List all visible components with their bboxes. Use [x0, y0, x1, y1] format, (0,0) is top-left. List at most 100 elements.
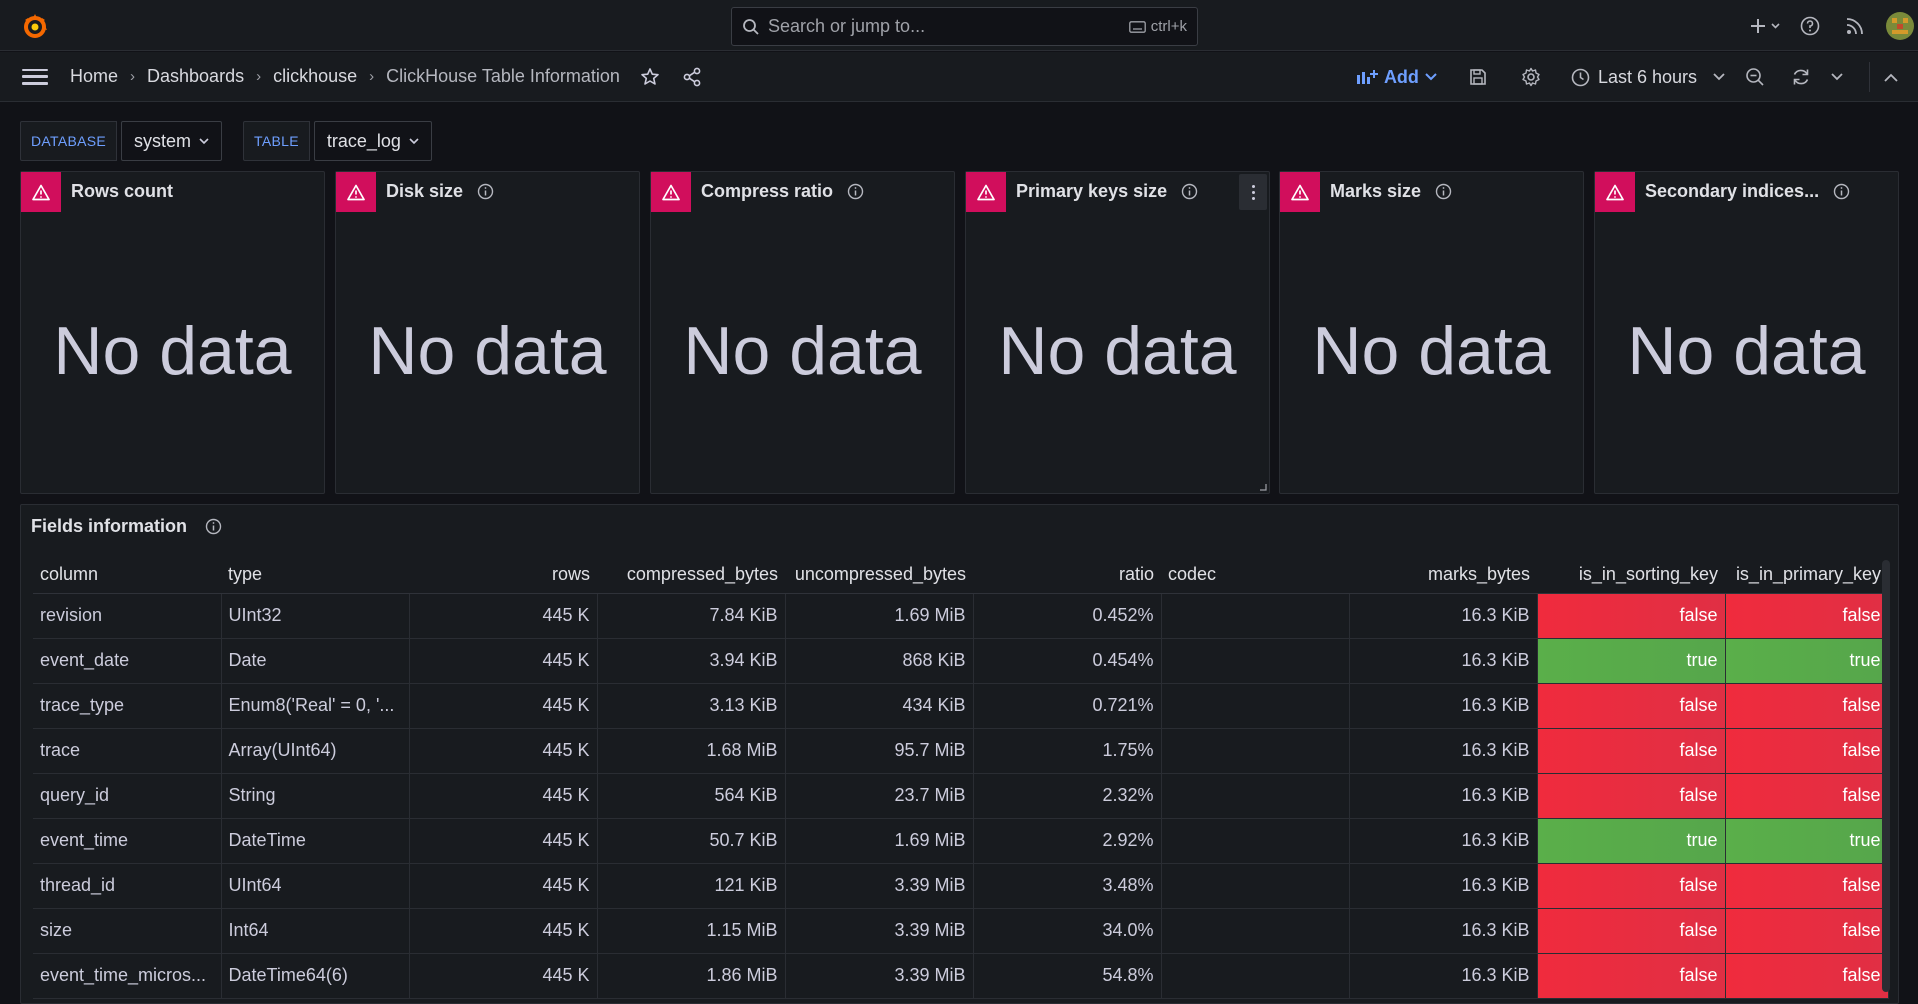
- table-row[interactable]: event_date Date 445 K 3.94 KiB 868 KiB 0.454%…: [33, 638, 1889, 684]
- cell-rows: 445 K: [409, 908, 598, 954]
- column-header[interactable]: is_in_sorting_key: [1537, 556, 1725, 594]
- cell-compressed-bytes: 121 KiB: [597, 863, 786, 909]
- help-button[interactable]: [1796, 12, 1824, 40]
- column-header[interactable]: ratio: [973, 556, 1161, 594]
- warning-icon[interactable]: [966, 172, 1006, 212]
- cell-column: trace_type: [33, 683, 222, 729]
- add-button[interactable]: Add: [1356, 67, 1437, 88]
- grafana-logo-icon[interactable]: [20, 11, 50, 41]
- info-icon[interactable]: [1833, 183, 1850, 200]
- variable-select-database[interactable]: system: [121, 121, 223, 161]
- cell-is-in-sorting-key: false: [1537, 728, 1726, 774]
- table-row[interactable]: trace Array(UInt64) 445 K 1.68 MiB 95.7 MiB 1…: [33, 728, 1889, 774]
- time-range-picker[interactable]: Last 6 hours: [1571, 67, 1725, 88]
- chevron-right-icon: ›: [256, 68, 262, 85]
- cell-marks-bytes: 16.3 KiB: [1349, 908, 1538, 954]
- warning-icon[interactable]: [21, 172, 61, 212]
- share-button[interactable]: [682, 67, 702, 87]
- breadcrumb-dashboards[interactable]: Dashboards: [147, 66, 244, 87]
- table-row[interactable]: revision UInt32 445 K 7.84 KiB 1.69 MiB 0.452…: [33, 593, 1889, 639]
- no-data-text: No data: [1627, 313, 1866, 389]
- cell-uncompressed-bytes: 868 KiB: [785, 638, 974, 684]
- chevron-down-icon: [1713, 73, 1725, 81]
- menu-toggle-icon[interactable]: [22, 66, 48, 88]
- table-row[interactable]: trace_type Enum8('Real' = 0, '... 445 K 3.1…: [33, 683, 1889, 729]
- zoom-out-button[interactable]: [1745, 67, 1765, 87]
- cell-is-in-sorting-key: false: [1537, 683, 1726, 729]
- cell-codec: [1161, 818, 1350, 864]
- cell-ratio: 0.721%: [973, 683, 1162, 729]
- info-icon[interactable]: [205, 518, 222, 535]
- stat-panel-rows-count[interactable]: Rows count No data: [20, 171, 325, 494]
- stat-panel-secondary-indices[interactable]: Secondary indices... No data: [1594, 171, 1899, 494]
- new-menu-button[interactable]: [1746, 11, 1786, 41]
- star-button[interactable]: [640, 67, 660, 87]
- cell-compressed-bytes: 1.86 MiB: [597, 953, 786, 999]
- variable-select-table[interactable]: trace_log: [313, 121, 432, 161]
- column-header[interactable]: marks_bytes: [1349, 556, 1537, 594]
- column-header[interactable]: compressed_bytes: [597, 556, 785, 594]
- cell-column: revision: [33, 593, 222, 639]
- cell-marks-bytes: 16.3 KiB: [1349, 863, 1538, 909]
- cell-ratio: 3.48%: [973, 863, 1162, 909]
- panel-title-text: Rows count: [71, 181, 173, 201]
- no-data-text: No data: [683, 313, 922, 389]
- panel-menu-button[interactable]: [1239, 174, 1267, 210]
- warning-icon[interactable]: [651, 172, 691, 212]
- no-data-text: No data: [1312, 313, 1551, 389]
- cell-rows: 445 K: [409, 953, 598, 999]
- info-icon[interactable]: [477, 183, 494, 200]
- top-bar: Search or jump to... ctrl+k: [0, 0, 1918, 51]
- cell-type: Array(UInt64): [221, 728, 410, 774]
- table-row[interactable]: event_time_micros... DateTime64(6) 445 K 1.…: [33, 953, 1889, 999]
- stat-panel-disk-size[interactable]: Disk size No data: [335, 171, 640, 494]
- user-avatar[interactable]: [1886, 11, 1914, 40]
- table-row[interactable]: query_id String 445 K 564 KiB 23.7 MiB 2.32% 1…: [33, 773, 1889, 819]
- news-button[interactable]: [1841, 12, 1869, 40]
- stat-panel-compress-ratio[interactable]: Compress ratio No data: [650, 171, 955, 494]
- breadcrumb-home[interactable]: Home: [70, 66, 118, 87]
- variables-bar: DATABASE system TABLE trace_log: [20, 121, 432, 161]
- table-scrollbar[interactable]: [1882, 560, 1890, 992]
- cell-column: trace: [33, 728, 222, 774]
- stat-panel-primary-keys-size[interactable]: Primary keys size No data: [965, 171, 1270, 494]
- info-icon[interactable]: [1181, 183, 1198, 200]
- refresh-interval-dropdown[interactable]: [1831, 73, 1843, 81]
- warning-icon[interactable]: [1595, 172, 1635, 212]
- warning-icon[interactable]: [1280, 172, 1320, 212]
- collapse-navbar-button[interactable]: [1884, 73, 1898, 82]
- resize-handle-icon[interactable]: [1259, 483, 1267, 491]
- cell-codec: [1161, 683, 1350, 729]
- save-dashboard-button[interactable]: [1469, 68, 1487, 86]
- breadcrumb-folder[interactable]: clickhouse: [273, 66, 357, 87]
- column-header[interactable]: codec: [1161, 556, 1349, 594]
- stat-panel-marks-size[interactable]: Marks size No data: [1279, 171, 1584, 494]
- info-icon[interactable]: [847, 183, 864, 200]
- cell-is-in-primary-key: false: [1725, 728, 1889, 774]
- column-header[interactable]: uncompressed_bytes: [785, 556, 973, 594]
- table-row[interactable]: size Int64 445 K 1.15 MiB 3.39 MiB 34.0% 16.3 …: [33, 908, 1889, 954]
- table-row[interactable]: thread_id UInt64 445 K 121 KiB 3.39 MiB 3.48%…: [33, 863, 1889, 909]
- refresh-button[interactable]: [1791, 67, 1811, 87]
- warning-icon[interactable]: [336, 172, 376, 212]
- column-header[interactable]: column: [33, 556, 221, 594]
- column-header[interactable]: type: [221, 556, 409, 594]
- column-header[interactable]: is_in_primary_key: [1725, 556, 1888, 594]
- column-header[interactable]: rows: [409, 556, 597, 594]
- cell-is-in-sorting-key: false: [1537, 953, 1726, 999]
- dashboard-settings-button[interactable]: [1521, 67, 1541, 87]
- cell-is-in-primary-key: true: [1725, 818, 1889, 864]
- cell-ratio: 0.452%: [973, 593, 1162, 639]
- variable-label-database: DATABASE: [20, 121, 118, 161]
- chevron-up-icon: [1884, 73, 1898, 82]
- search-input[interactable]: Search or jump to... ctrl+k: [731, 7, 1198, 46]
- cell-is-in-sorting-key: true: [1537, 638, 1726, 684]
- cell-rows: 445 K: [409, 593, 598, 639]
- cell-is-in-sorting-key: false: [1537, 773, 1726, 819]
- panel-title: Fields information: [31, 516, 222, 537]
- chevron-down-icon: [1831, 73, 1843, 81]
- table-row[interactable]: event_time DateTime 445 K 50.7 KiB 1.69 MiB 2…: [33, 818, 1889, 864]
- plus-icon: [1751, 18, 1780, 33]
- chevron-right-icon: ›: [130, 68, 136, 85]
- info-icon[interactable]: [1435, 183, 1452, 200]
